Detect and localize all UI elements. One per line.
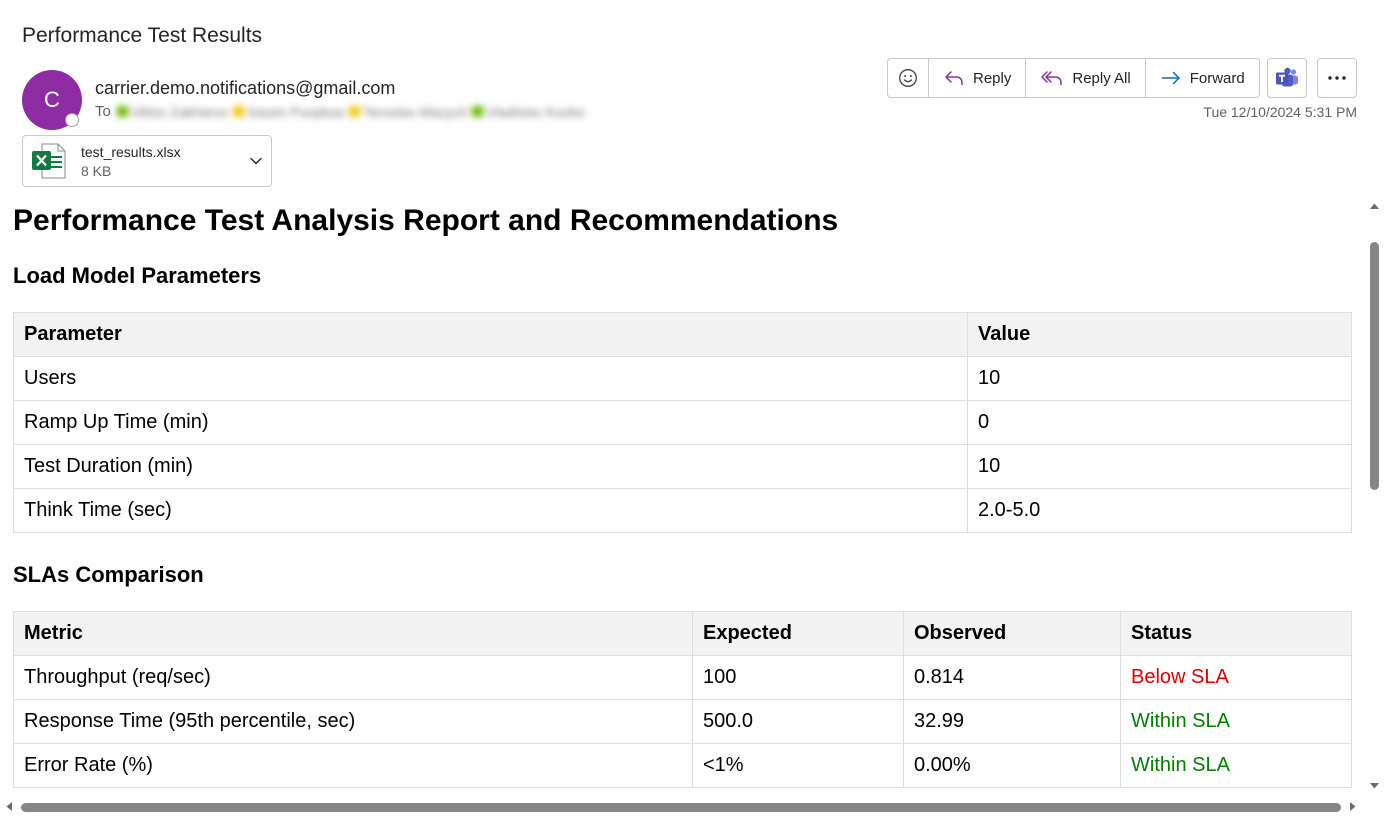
forward-button[interactable]: Forward: [1146, 59, 1259, 97]
reply-button[interactable]: Reply: [929, 59, 1027, 97]
table-cell: Think Time (sec): [13, 488, 968, 533]
more-actions-button[interactable]: [1317, 58, 1357, 98]
vertical-scrollbar[interactable]: [1364, 196, 1384, 796]
emoji-icon: [899, 69, 917, 87]
table-cell: 10: [967, 444, 1352, 489]
attachment-menu-button[interactable]: [241, 157, 271, 165]
status-cell: Within SLA: [1120, 743, 1352, 788]
table-cell: Ramp Up Time (min): [13, 400, 968, 445]
attachment-info: test_results.xlsx 8 KB: [81, 144, 241, 179]
column-header: Status: [1120, 611, 1352, 656]
table-cell: Test Duration (min): [13, 444, 968, 489]
scroll-down-arrow-icon[interactable]: [1369, 782, 1380, 790]
recipient[interactable]: Vladislav Kozko: [472, 104, 585, 120]
recipient[interactable]: Viktor Zakharov: [116, 103, 229, 120]
recipient-name: Yeroslav Mazych: [362, 103, 469, 120]
table-cell: 10: [967, 356, 1352, 401]
column-header: Observed: [903, 611, 1121, 656]
table-cell: 0.00%: [903, 743, 1121, 788]
table-header-row: Parameter Value: [13, 312, 1352, 357]
slas-heading: SLAs Comparison: [13, 562, 204, 587]
recipient-name: Vladislav Kozko: [486, 103, 585, 120]
table-row: Response Time (95th percentile, sec) 500…: [13, 699, 1352, 744]
horizontal-scroll-thumb[interactable]: [21, 803, 1341, 812]
table-cell: Response Time (95th percentile, sec): [13, 699, 693, 744]
column-header: Expected: [692, 611, 904, 656]
column-header: Parameter: [13, 312, 968, 357]
table-cell: 500.0: [692, 699, 904, 744]
column-header: Metric: [13, 611, 693, 656]
presence-away-icon: [348, 106, 360, 117]
forward-label: Forward: [1189, 69, 1245, 87]
table-cell: 100: [692, 655, 904, 700]
avatar-initial: C: [44, 87, 60, 112]
table-cell: <1%: [692, 743, 904, 788]
reply-all-button[interactable]: Reply All: [1026, 59, 1146, 97]
table-header-row: Metric Expected Observed Status: [13, 611, 1352, 656]
table-row: Ramp Up Time (min) 0: [13, 400, 1352, 445]
chevron-down-icon: [250, 157, 262, 165]
message-body: Performance Test Analysis Report and Rec…: [0, 196, 1362, 796]
presence-available-icon: [472, 106, 484, 117]
more-icon: [1328, 76, 1346, 80]
recipient[interactable]: Sasen Poopkas: [232, 103, 345, 120]
sender-address[interactable]: carrier.demo.notifications@gmail.com: [95, 78, 395, 99]
scroll-right-arrow-icon[interactable]: [1349, 801, 1357, 812]
forward-icon: [1161, 71, 1180, 85]
table-cell: 0: [967, 400, 1352, 445]
table-row: Think Time (sec) 2.0-5.0: [13, 488, 1352, 533]
table-cell: 2.0-5.0: [967, 488, 1352, 533]
reply-icon: [945, 71, 963, 86]
excel-file-icon: [32, 143, 66, 179]
received-date: Tue 12/10/2024 5:31 PM: [1203, 104, 1357, 120]
table-cell: Error Rate (%): [13, 743, 693, 788]
report-title: Performance Test Analysis Report and Rec…: [13, 204, 839, 237]
table-row: Test Duration (min) 10: [13, 444, 1352, 489]
attachment-name: test_results.xlsx: [81, 143, 181, 160]
recipient[interactable]: Yeroslav Mazych: [348, 103, 469, 120]
email-subject: Performance Test Results: [22, 24, 263, 47]
recipient-name: Sasen Poopkas: [246, 103, 345, 120]
to-label: To: [95, 103, 111, 120]
table-row: Throughput (req/sec) 100 0.814 Below SLA: [13, 655, 1352, 700]
status-cell: Below SLA: [1120, 655, 1352, 700]
attachment-card[interactable]: test_results.xlsx 8 KB: [22, 135, 272, 187]
slas-table: Metric Expected Observed Status Throughp…: [13, 611, 1352, 788]
teams-icon: [1276, 67, 1298, 87]
table-cell: 0.814: [903, 655, 1121, 700]
scroll-left-arrow-icon[interactable]: [5, 801, 13, 812]
column-header: Value: [967, 312, 1352, 357]
scroll-up-arrow-icon[interactable]: [1369, 202, 1380, 210]
recipients-line: To Viktor Zakharov Sasen Poopkas Yerosla…: [95, 103, 585, 120]
vertical-scroll-thumb[interactable]: [1370, 242, 1379, 490]
recipients-list[interactable]: Viktor Zakharov Sasen Poopkas Yeroslav M…: [116, 103, 585, 120]
status-cell: Within SLA: [1120, 699, 1352, 744]
teams-button[interactable]: [1267, 58, 1307, 98]
load-model-table: Parameter Value Users 10 Ramp Up Time (m…: [13, 312, 1352, 533]
recipient-name: Viktor Zakharov: [130, 103, 229, 120]
load-model-heading: Load Model Parameters: [13, 263, 262, 288]
reply-label: Reply: [973, 69, 1012, 87]
presence-available-icon: [116, 106, 128, 117]
table-cell: Users: [13, 356, 968, 401]
table-row: Users 10: [13, 356, 1352, 401]
react-button[interactable]: [888, 59, 929, 97]
presence-away-icon: [232, 106, 244, 117]
horizontal-scrollbar[interactable]: [0, 798, 1364, 816]
table-row: Error Rate (%) <1% 0.00% Within SLA: [13, 743, 1352, 788]
table-cell: 32.99: [903, 699, 1121, 744]
reply-all-label: Reply All: [1072, 69, 1131, 87]
message-actions-toolbar: Reply Reply All Forward: [887, 58, 1260, 98]
table-cell: Throughput (req/sec): [13, 655, 693, 700]
presence-status-icon: [65, 113, 79, 127]
reply-all-icon: [1041, 71, 1063, 86]
attachment-size: 8 KB: [81, 162, 112, 179]
